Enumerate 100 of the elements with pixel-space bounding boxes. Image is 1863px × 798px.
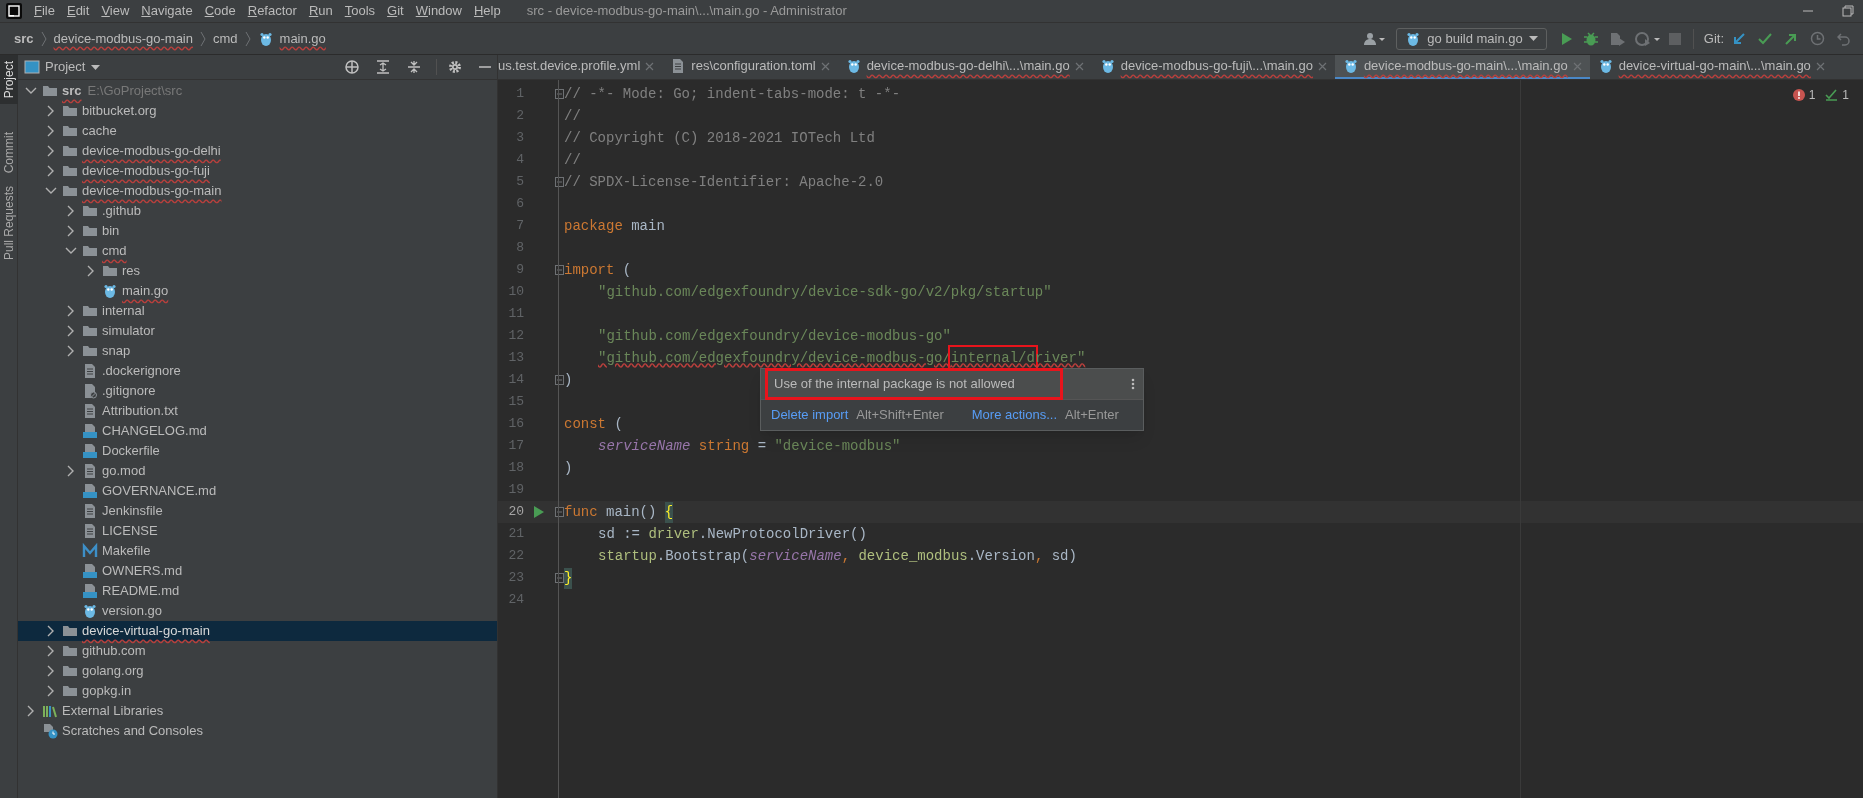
menu-item[interactable]: Run: [302, 1, 339, 21]
tree-row[interactable]: bitbucket.org: [18, 101, 497, 121]
code-token: .Bootstrap(: [656, 546, 750, 566]
menu-item[interactable]: Edit: [60, 1, 96, 21]
menu-item[interactable]: View: [95, 1, 136, 21]
code-token: serviceName: [749, 546, 842, 566]
menu-item[interactable]: Window: [409, 1, 468, 21]
menu-item[interactable]: Code: [198, 1, 242, 21]
editor-tab[interactable]: device-virtual-go-main\...\main.go: [1589, 55, 1833, 79]
code-token: }: [564, 567, 573, 589]
tool-window-tab[interactable]: Pull Requests: [0, 179, 18, 266]
line-number: 17: [507, 437, 524, 456]
tree-row[interactable]: device-modbus-go-fuji: [18, 161, 497, 181]
folder-icon: [62, 163, 78, 179]
error-icon[interactable]: [1792, 89, 1805, 101]
tree-item-label: go.mod: [102, 462, 146, 481]
menu-item[interactable]: Help: [467, 1, 507, 21]
tree-row[interactable]: Scratches and Consoles: [18, 721, 497, 741]
gopher-icon: [257, 30, 274, 47]
editor-tab[interactable]: device-modbus-go-fuji\...\main.go: [1091, 55, 1335, 79]
editor-tab[interactable]: res\configuration.toml: [662, 55, 838, 79]
chevron-icon: [39, 30, 48, 47]
project-view-dropdown[interactable]: Project: [45, 57, 101, 77]
tree-row[interactable]: main.go: [18, 281, 497, 301]
tree-row[interactable]: github.com: [18, 641, 497, 661]
coverage-icon[interactable]: [1608, 30, 1627, 47]
tree-row[interactable]: go.mod: [18, 461, 497, 481]
push-arrow-icon[interactable]: [1784, 31, 1798, 46]
restore-icon[interactable]: [1841, 4, 1855, 18]
tree-row[interactable]: GOVERNANCE.md: [18, 481, 497, 501]
editor-tab[interactable]: device-modbus-go-main\...\main.go: [1334, 55, 1590, 79]
check-icon[interactable]: [1758, 31, 1772, 46]
code-token: {: [664, 501, 674, 523]
tree-row[interactable]: res: [18, 261, 497, 281]
double-check-icon[interactable]: [1825, 89, 1839, 101]
breadcrumb-item[interactable]: device-modbus-go-main: [47, 28, 199, 49]
tree-row[interactable]: Makefile: [18, 541, 497, 561]
breadcrumb-item[interactable]: src: [8, 28, 40, 49]
tree-row[interactable]: LICENSE: [18, 521, 497, 541]
bug-icon[interactable]: [1582, 30, 1599, 47]
tree-item-label: version.go: [102, 602, 162, 621]
collapse-all-icon[interactable]: [407, 60, 421, 74]
tree-row[interactable]: Dockerfile: [18, 441, 497, 461]
editor-tab[interactable]: us.test.device.profile.yml: [498, 55, 663, 79]
more-options-icon: [1131, 378, 1135, 390]
menu-item[interactable]: Tools: [338, 1, 382, 21]
tree-row[interactable]: version.go: [18, 601, 497, 621]
tree-row[interactable]: CHANGELOG.md: [18, 421, 497, 441]
tree-row[interactable]: gopkg.in: [18, 681, 497, 701]
tree-row[interactable]: golang.org: [18, 661, 497, 681]
tree-item-label: bitbucket.org: [82, 102, 157, 121]
rollback-icon[interactable]: [1837, 31, 1851, 46]
menu-item[interactable]: Refactor: [241, 1, 303, 21]
tree-row[interactable]: .gitignore: [18, 381, 497, 401]
file-icon: [82, 383, 98, 399]
tree-item-label: .github: [102, 202, 142, 221]
run-configuration-dropdown[interactable]: go build main.go: [1396, 27, 1547, 50]
gopher-icon: [1099, 58, 1116, 74]
close-icon: [1572, 61, 1582, 71]
tree-row[interactable]: OWNERS.md: [18, 561, 497, 581]
tool-window-tab[interactable]: Commit: [0, 126, 18, 180]
action-link[interactable]: Delete import: [771, 405, 849, 425]
tree-row[interactable]: .dockerignore: [18, 361, 497, 381]
user-icon[interactable]: [1364, 31, 1387, 46]
tree-row[interactable]: README.md: [18, 581, 497, 601]
tree-row[interactable]: simulator: [18, 321, 497, 341]
tree-row[interactable]: internal: [18, 301, 497, 321]
stop-icon[interactable]: [1668, 32, 1681, 45]
history-icon[interactable]: [1810, 31, 1825, 46]
folder-icon: [82, 203, 98, 219]
expand-all-icon[interactable]: [376, 60, 390, 74]
gopher-icon: [1342, 58, 1359, 74]
tree-row[interactable]: device-virtual-go-main: [18, 621, 497, 641]
file-icon: [82, 503, 98, 519]
tree-row[interactable]: cmd: [18, 241, 497, 261]
menu-item[interactable]: File: [28, 1, 61, 21]
tree-row[interactable]: src E:\GoProject\src: [18, 81, 497, 101]
tree-row[interactable]: External Libraries: [18, 701, 497, 721]
tree-item-label: Attribution.txt: [102, 402, 178, 421]
tree-row[interactable]: snap: [18, 341, 497, 361]
breadcrumb-item[interactable]: cmd: [207, 28, 244, 49]
line-number: 12: [507, 327, 524, 346]
tree-row[interactable]: .github: [18, 201, 497, 221]
tree-row[interactable]: device-modbus-go-main: [18, 181, 497, 201]
menu-item[interactable]: Git: [381, 1, 410, 21]
update-arrow-icon[interactable]: [1732, 31, 1746, 46]
action-link[interactable]: More actions...: [971, 405, 1058, 425]
tool-window-tab[interactable]: Project: [0, 55, 18, 105]
menu-item[interactable]: Navigate: [135, 1, 199, 21]
profiler-icon[interactable]: [1634, 30, 1661, 47]
tree-row[interactable]: cache: [18, 121, 497, 141]
tree-item-label: src: [62, 82, 82, 101]
tree-row[interactable]: bin: [18, 221, 497, 241]
tree-row[interactable]: Attribution.txt: [18, 401, 497, 421]
editor-tab[interactable]: device-modbus-go-delhi\...\main.go: [837, 55, 1092, 79]
tree-row[interactable]: device-modbus-go-delhi: [18, 141, 497, 161]
settings-icon[interactable]: [448, 60, 462, 74]
breadcrumb-item[interactable]: main.go: [273, 28, 332, 49]
locate-icon[interactable]: [345, 60, 359, 74]
tree-row[interactable]: Jenkinsfile: [18, 501, 497, 521]
